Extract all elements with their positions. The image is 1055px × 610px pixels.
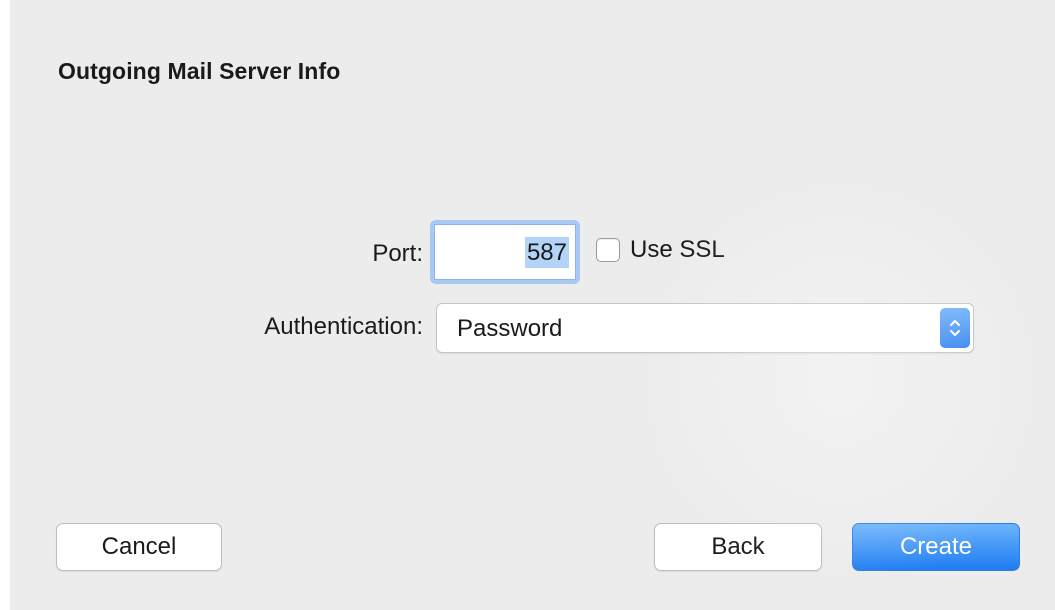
up-down-chevron-glyph (950, 320, 960, 336)
up-down-chevron-icon[interactable] (940, 308, 970, 348)
port-label: Port: (372, 240, 423, 267)
dialog-title: Outgoing Mail Server Info (58, 58, 341, 84)
port-input-box[interactable]: 587 (434, 224, 576, 280)
authentication-label: Authentication: (264, 313, 423, 340)
cancel-button[interactable]: Cancel (56, 523, 222, 571)
use-ssl-checkbox[interactable] (596, 238, 620, 262)
dialog-sheet: Outgoing Mail Server Info Port: 587 Use … (10, 0, 1055, 610)
port-value: 587 (524, 236, 569, 268)
authentication-select[interactable]: Password (436, 303, 974, 353)
create-button[interactable]: Create (852, 523, 1020, 571)
authentication-selected-value: Password (457, 315, 563, 342)
use-ssl-label[interactable]: Use SSL (630, 236, 725, 264)
use-ssl-option[interactable]: Use SSL (596, 236, 725, 264)
back-button[interactable]: Back (654, 523, 822, 571)
port-input[interactable]: 587 (430, 220, 580, 284)
